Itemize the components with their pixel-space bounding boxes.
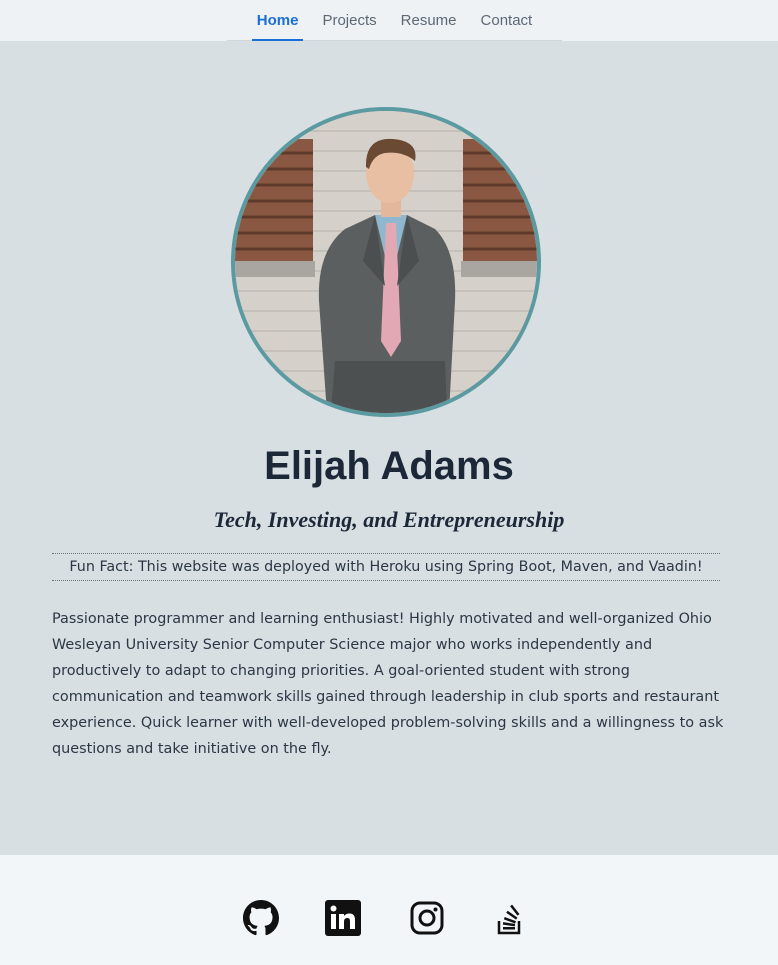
instagram-icon[interactable] (409, 900, 445, 936)
stackoverflow-icon[interactable] (492, 900, 528, 936)
linkedin-icon[interactable] (325, 900, 361, 936)
profile-tagline: Tech, Investing, and Entrepreneurship (213, 507, 565, 532)
fun-fact-banner: Fun Fact: This website was deployed with… (52, 553, 720, 581)
profile-bio: Passionate programmer and learning enthu… (52, 611, 724, 757)
github-icon[interactable] (243, 900, 279, 936)
footer (0, 855, 778, 965)
nav-tabs: Home Projects Resume Contact (227, 0, 562, 41)
top-nav: Home Projects Resume Contact (0, 0, 778, 41)
tab-projects[interactable]: Projects (310, 0, 388, 41)
tab-home[interactable]: Home (245, 0, 311, 41)
profile-name: Elijah Adams (264, 444, 514, 488)
tab-resume[interactable]: Resume (389, 0, 469, 41)
profile-photo (231, 107, 541, 417)
tab-contact[interactable]: Contact (469, 0, 545, 41)
